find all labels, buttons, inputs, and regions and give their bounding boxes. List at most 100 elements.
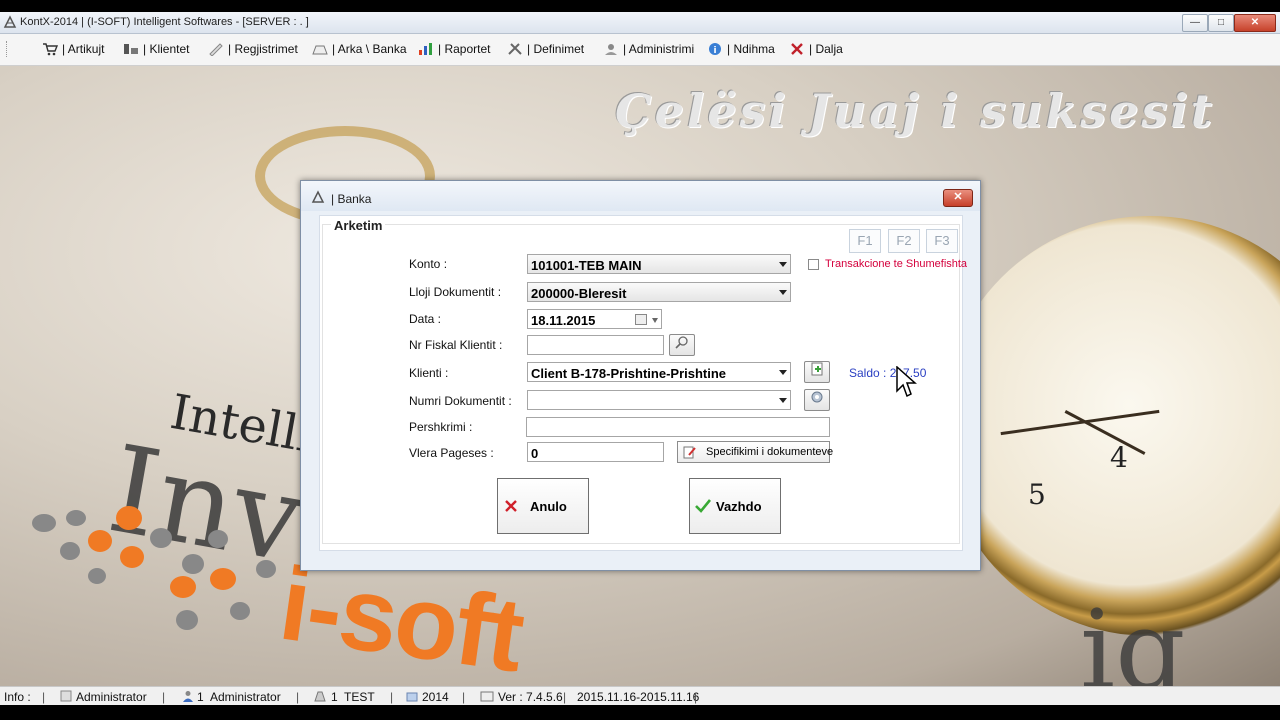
search-button[interactable] — [669, 334, 695, 356]
dialog-app-icon — [311, 190, 325, 204]
search-icon — [675, 336, 689, 352]
anulo-label: Anulo — [530, 499, 567, 514]
date-value: 18.11.2015 — [531, 313, 596, 328]
date-picker[interactable]: 18.11.2015 — [527, 309, 662, 329]
vlera-value: 0 — [531, 446, 539, 461]
logo-dot — [88, 568, 106, 584]
logo-dot — [230, 602, 250, 620]
pocket-watch-image: 4 5 8 — [940, 216, 1280, 636]
vazhdo-button[interactable]: Vazhdo — [689, 478, 781, 534]
maximize-button[interactable]: □ — [1208, 14, 1234, 32]
exit-icon — [789, 42, 805, 56]
logo-dot — [116, 506, 142, 530]
transakcione-checkbox[interactable] — [808, 259, 819, 270]
menu-label: | Artikujt — [62, 42, 105, 56]
menu-ndihma[interactable]: i | Ndihma — [707, 42, 775, 56]
menu-arka-banka[interactable]: | Arka \ Banka — [312, 42, 407, 56]
numri-select[interactable] — [527, 390, 791, 410]
f1-button[interactable]: F1 — [849, 229, 881, 253]
konto-label: Konto : — [409, 257, 448, 271]
window-titlebar: KontX-2014 | (I-SOFT) Intelligent Softwa… — [0, 12, 1280, 34]
pershkrimi-input[interactable] — [526, 417, 830, 437]
status-info-label: Info : — [4, 690, 31, 704]
group-title: Arketim — [331, 218, 386, 233]
f2-button[interactable]: F2 — [888, 229, 920, 253]
slogan-text: Çelësi Juaj i suksesit — [615, 84, 1216, 138]
status-separator: | — [296, 690, 300, 704]
window-title: KontX-2014 | (I-SOFT) Intelligent Softwa… — [20, 16, 309, 28]
status-user-id: 1 — [197, 690, 204, 704]
status-separator: | — [162, 690, 166, 704]
logo-dot — [208, 530, 228, 548]
chevron-down-icon — [779, 370, 787, 375]
status-separator: | — [462, 690, 466, 704]
chevron-down-icon — [779, 262, 787, 267]
menu-klientet[interactable]: | Klientet — [123, 42, 189, 56]
klienti-select[interactable]: Client B-178-Prishtine-Prishtine — [527, 362, 791, 382]
toolbar-grip[interactable] — [6, 41, 9, 57]
tools-icon — [507, 42, 523, 56]
watch-numeral: 4 — [1110, 441, 1128, 474]
status-separator: | — [42, 690, 46, 704]
klienti-value: Client B-178-Prishtine-Prishtine — [531, 366, 727, 381]
folder-icon — [406, 690, 418, 705]
menu-artikujt[interactable]: | Artikujt — [42, 42, 104, 56]
logo-dot — [170, 576, 196, 598]
print-word: ig — [1080, 586, 1186, 686]
data-label: Data : — [409, 312, 442, 326]
specifikimi-button[interactable]: Specifikimi i dokumenteve — [677, 441, 833, 463]
banka-dialog: | Banka ✕ Arketim F1 F2 F3 Konto : 10100… — [300, 180, 981, 571]
gear-icon — [810, 391, 824, 407]
menu-raportet[interactable]: | Raportet — [418, 42, 490, 56]
document-edit-icon — [683, 445, 697, 462]
f3-button[interactable]: F3 — [926, 229, 958, 253]
vlera-label: Vlera Pageses : — [409, 446, 494, 460]
logo-dot — [182, 554, 204, 574]
menu-label: | Ndihma — [727, 42, 775, 56]
chevron-down-icon — [652, 318, 658, 323]
menu-label: | Regjistrimet — [228, 42, 298, 56]
menu-administrimi[interactable]: | Administrimi — [603, 42, 694, 56]
logo-dot — [66, 510, 86, 526]
status-separator: | — [563, 690, 567, 704]
menu-label: | Klientet — [143, 42, 190, 56]
status-separator: | — [694, 690, 698, 704]
konto-select[interactable]: 101001-TEB MAIN — [527, 254, 791, 274]
lloji-label: Lloji Dokumentit : — [409, 285, 502, 299]
pershkrimi-label: Pershkrimi : — [409, 420, 473, 434]
check-icon — [695, 499, 712, 516]
calendar-icon[interactable] — [635, 314, 647, 325]
company-icon — [314, 690, 326, 705]
minimize-button[interactable]: — — [1182, 14, 1208, 32]
numri-label: Numri Dokumentit : — [409, 394, 512, 408]
menu-definimet[interactable]: | Definimet — [507, 42, 584, 56]
chevron-down-icon — [779, 290, 787, 295]
version-icon — [480, 690, 494, 705]
menu-label: | Arka \ Banka — [332, 42, 407, 56]
bottom-strip — [0, 705, 1280, 720]
person-icon — [182, 690, 194, 705]
status-company: TEST — [344, 690, 375, 704]
nr-fiskal-input[interactable] — [527, 335, 664, 355]
nr-fiskal-label: Nr Fiskal Klientit : — [409, 338, 503, 352]
dialog-titlebar[interactable]: | Banka ✕ — [301, 181, 980, 211]
logo-dot — [120, 546, 144, 568]
watch-numeral: 5 — [1028, 478, 1046, 511]
close-button[interactable]: ✕ — [1234, 14, 1276, 32]
add-client-button[interactable] — [804, 361, 830, 383]
lloji-select[interactable]: 200000-Bleresit — [527, 282, 791, 302]
menu-dalja[interactable]: | Dalja — [789, 42, 843, 56]
main-menubar: | Artikujt | Klientet | Regjistrimet | A… — [0, 34, 1280, 66]
logo-dot — [60, 542, 80, 560]
status-date-range: 2015.11.16-2015.11.16 — [577, 690, 700, 704]
cart-icon — [42, 42, 59, 56]
chevron-down-icon — [779, 398, 787, 403]
vlera-input[interactable]: 0 — [527, 442, 664, 462]
refresh-number-button[interactable] — [804, 389, 830, 411]
menu-regjistrimet[interactable]: | Regjistrimet — [208, 42, 298, 57]
arketim-groupbox: Arketim F1 F2 F3 Konto : 101001-TEB MAIN… — [322, 218, 967, 544]
anulo-button[interactable]: Anulo — [497, 478, 589, 534]
dialog-close-button[interactable]: ✕ — [943, 189, 973, 207]
konto-value: 101001-TEB MAIN — [531, 258, 642, 273]
logo-dot — [88, 530, 112, 552]
